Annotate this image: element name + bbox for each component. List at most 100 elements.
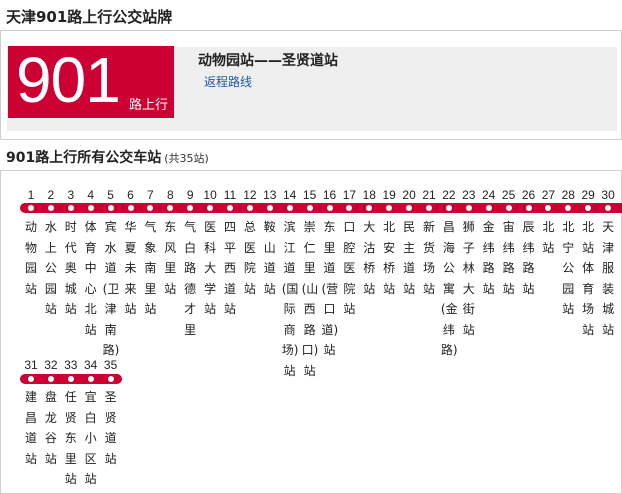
stop-marker — [266, 205, 273, 211]
stop-number: 7 — [147, 188, 154, 202]
stop-name-link[interactable]: 昌海公寓(金纬路) — [441, 217, 458, 361]
stop-number: 23 — [462, 188, 476, 202]
stop-number: 32 — [44, 358, 58, 372]
stop-number: 4 — [87, 188, 95, 202]
stop-number: 20 — [402, 188, 416, 202]
stop-marker — [246, 205, 253, 211]
stop-name-link[interactable]: 鞍山道站 — [262, 217, 278, 299]
stop-number: 11 — [223, 188, 237, 202]
stop-name-link[interactable]: 天津服装城站 — [600, 217, 616, 340]
stop-name-link[interactable]: 新货场站 — [421, 217, 437, 299]
stop-name-link[interactable]: 体育中心北站 — [83, 217, 99, 340]
stop-name-link[interactable]: 水上公园站 — [43, 217, 59, 320]
stop-name-link[interactable]: 大沽桥站 — [361, 217, 377, 299]
stop-name-link[interactable]: 北宁公园站 — [560, 217, 576, 320]
stop-marker — [107, 376, 114, 382]
stop-name-link[interactable]: 气白路德才里 — [182, 217, 198, 340]
stop-name-link[interactable]: 金纬路站 — [481, 217, 497, 299]
stop-name-link[interactable]: 东里道(营口道)站 — [322, 217, 339, 361]
stop-number: 3 — [67, 188, 75, 202]
stop-name-link[interactable]: 气象南里站 — [142, 217, 158, 320]
stop-name-link[interactable]: 四平西道站 — [222, 217, 238, 320]
stop-number: 19 — [382, 188, 396, 202]
stop-marker — [426, 205, 432, 211]
stop-marker — [465, 205, 472, 211]
stop-marker — [306, 205, 313, 211]
stop-name-link[interactable]: 时代奥城站 — [63, 217, 79, 320]
page-title: 天津901路上行公交站牌 — [6, 8, 173, 26]
stop-marker — [107, 205, 114, 211]
stop-number: 9 — [186, 188, 194, 202]
stop-name-link[interactable]: 宜白小区站 — [83, 387, 99, 490]
stop-name-link[interactable]: 宙纬路站 — [501, 217, 517, 299]
stop-number: 31 — [24, 358, 38, 372]
stop-marker — [28, 376, 34, 382]
stop-number: 28 — [561, 188, 575, 202]
route-direction-label: 路上行 — [129, 98, 169, 113]
stop-number: 25 — [501, 188, 516, 202]
stop-name-link[interactable]: 北安桥站 — [381, 217, 397, 299]
stop-marker — [67, 376, 74, 382]
stop-name-link[interactable]: 宾水道(卫津南路) — [103, 217, 120, 361]
stop-name-link[interactable]: 民主道站 — [401, 217, 417, 299]
stop-marker — [47, 376, 54, 382]
stop-marker — [67, 205, 74, 211]
stop-name-link[interactable]: 盘龙谷站 — [43, 387, 59, 469]
stop-number: 24 — [482, 188, 496, 202]
stop-marker — [227, 205, 233, 211]
stop-name-link[interactable]: 动物园站 — [23, 217, 39, 299]
stop-number: 34 — [84, 358, 98, 372]
stop-marker — [485, 205, 492, 211]
stop-number: 14 — [283, 188, 297, 202]
stop-number: 16 — [322, 188, 337, 202]
stop-number: 33 — [64, 358, 78, 372]
stop-marker — [326, 205, 333, 211]
stop-number: 35 — [103, 358, 118, 372]
stop-name-link[interactable]: 东风里站 — [162, 217, 178, 299]
stop-name-link[interactable]: 口腔医院站 — [341, 217, 357, 320]
stop-number: 13 — [263, 188, 277, 202]
stop-marker — [47, 205, 54, 211]
stop-name-link[interactable]: 医科大学站 — [202, 217, 218, 320]
stop-number: 5 — [107, 188, 114, 202]
stop-number: 18 — [362, 188, 376, 202]
route-badge: 901 路上行 — [8, 44, 174, 118]
route-terminals: 动物园站——圣贤道站 — [198, 53, 338, 69]
stop-name-link[interactable]: 华夏未来站 — [123, 217, 139, 320]
stop-number: 8 — [166, 188, 174, 202]
stop-number: 10 — [203, 188, 217, 202]
stop-marker — [505, 205, 512, 211]
stop-number: 6 — [127, 188, 134, 202]
stop-marker — [87, 376, 94, 382]
stop-name-link[interactable]: 辰纬路站 — [521, 217, 537, 299]
stop-name-link[interactable]: 任贤东里站 — [63, 387, 79, 490]
stop-name-link[interactable]: 总医院站 — [242, 217, 258, 299]
stop-number: 27 — [541, 188, 556, 202]
stop-name-link[interactable]: 北站体育场站 — [580, 217, 596, 340]
stop-marker — [525, 205, 532, 211]
stop-marker — [28, 205, 34, 211]
stop-marker — [127, 205, 134, 211]
stop-name-link[interactable]: 圣贤道站 — [103, 387, 119, 469]
stop-number: 17 — [342, 188, 357, 202]
stops-count-label: (共35站) — [164, 152, 209, 165]
stop-number: 2 — [47, 188, 55, 202]
stop-name-link[interactable]: 北站 — [540, 217, 556, 258]
stop-name-link[interactable]: 狮子林大街站 — [461, 217, 477, 340]
route-number: 901 — [16, 44, 121, 116]
return-route-link[interactable]: 返程路线 — [204, 73, 252, 90]
stop-name-link[interactable]: 建昌道站 — [23, 387, 39, 469]
stop-number: 15 — [302, 188, 317, 202]
stop-number: 30 — [601, 188, 615, 202]
stop-name-link[interactable]: 崇仁里(山西路口)站 — [302, 217, 319, 381]
stop-number: 1 — [27, 188, 35, 202]
stop-number: 29 — [581, 188, 595, 202]
stop-number: 26 — [521, 188, 536, 202]
stops-section-title: 901路上行所有公交车站 (共35站) — [6, 147, 209, 167]
stop-number: 22 — [442, 188, 456, 202]
stops-section-heading: 901路上行所有公交车站 — [6, 150, 162, 166]
stop-marker — [87, 205, 94, 211]
stop-number: 12 — [243, 188, 257, 202]
stop-name-link[interactable]: 滨江道(国际商场)站 — [282, 217, 299, 381]
stop-marker — [445, 205, 452, 211]
